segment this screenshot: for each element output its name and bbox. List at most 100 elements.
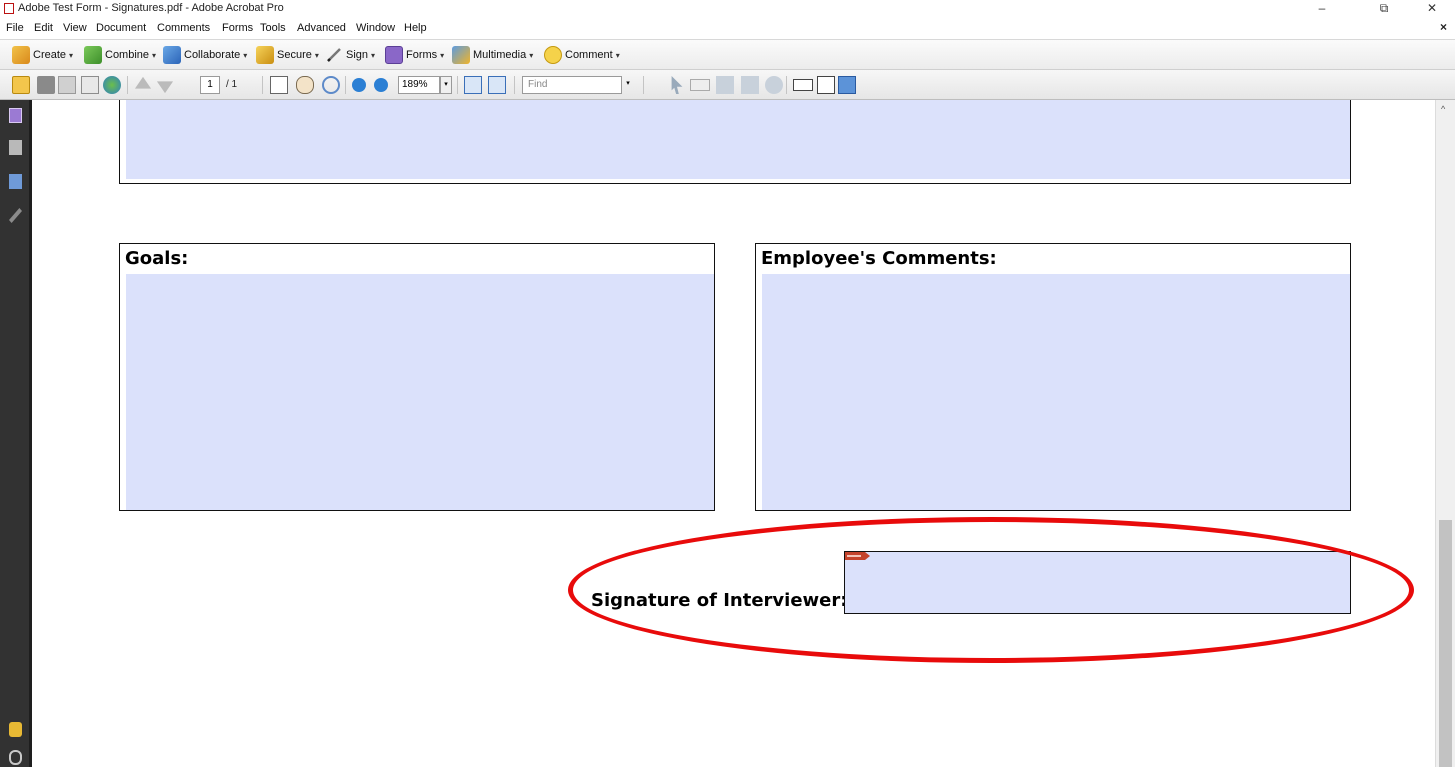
goals-input[interactable]	[126, 274, 714, 510]
button-field-icon[interactable]	[690, 79, 710, 91]
menu-edit[interactable]: Edit	[34, 22, 53, 34]
previous-page-icon[interactable]	[134, 76, 152, 89]
zoom-level-input[interactable]: 189%	[398, 76, 440, 94]
speech-bubble-icon	[544, 46, 562, 64]
menu-comments[interactable]: Comments	[157, 22, 210, 34]
menu-bar: File Edit View Document Comments Forms T…	[0, 18, 1455, 40]
find-input[interactable]: Find	[522, 76, 622, 94]
toolbar-separator	[345, 76, 346, 94]
pages-panel-icon[interactable]	[9, 108, 22, 123]
film-icon	[452, 46, 470, 64]
chevron-down-icon: ▾	[243, 50, 248, 60]
toolbar-separator	[786, 76, 787, 94]
menu-file[interactable]: File	[6, 22, 24, 34]
goals-label: Goals:	[125, 248, 189, 269]
collaborate-label: Collaborate	[184, 49, 241, 61]
attachments-panel-icon[interactable]	[9, 140, 22, 155]
zoom-dropdown-icon[interactable]: ▾	[440, 76, 452, 94]
radio-field-icon[interactable]	[765, 76, 783, 94]
menu-advanced[interactable]: Advanced	[297, 22, 346, 34]
close-button[interactable]: ✕	[1412, 0, 1452, 18]
comment-button[interactable]: Comment ▾	[544, 45, 620, 65]
top-text-field[interactable]	[119, 100, 1351, 184]
employee-comments-field[interactable]: Employee's Comments:	[755, 243, 1351, 511]
collaborate-button[interactable]: Collaborate ▾	[163, 45, 247, 65]
multimedia-button[interactable]: Multimedia ▾	[452, 45, 533, 65]
navigation-panel	[0, 100, 32, 767]
vertical-scrollbar[interactable]: ^	[1435, 100, 1455, 767]
digital-signature-field-icon[interactable]	[838, 76, 856, 94]
paperclip-icon[interactable]	[9, 750, 22, 765]
acrobat-app-icon	[4, 3, 14, 14]
marquee-zoom-icon[interactable]	[322, 76, 340, 94]
chevron-down-icon: ▾	[69, 50, 74, 60]
print-icon[interactable]	[37, 76, 55, 94]
chevron-down-icon: ▾	[529, 50, 534, 60]
zoom-in-icon[interactable]	[374, 78, 388, 92]
chevron-down-icon: ▾	[152, 50, 157, 60]
goals-field[interactable]: Goals:	[119, 243, 715, 511]
menu-forms[interactable]: Forms	[222, 22, 253, 34]
menu-window[interactable]: Window	[356, 22, 395, 34]
combo-box-icon[interactable]	[817, 76, 835, 94]
toolbar-separator	[457, 76, 458, 94]
signature-flag-icon	[845, 552, 870, 560]
employee-comments-input[interactable]	[762, 274, 1350, 510]
combine-button[interactable]: Combine ▾	[84, 45, 156, 65]
checkbox-field-icon[interactable]	[741, 76, 759, 94]
text-field-icon[interactable]	[716, 76, 734, 94]
list-box-icon[interactable]	[793, 79, 813, 91]
page-total: / 1	[226, 79, 238, 90]
signatures-panel-icon[interactable]	[9, 208, 22, 223]
signature-label: Signature of Interviewer:	[591, 590, 848, 611]
scroll-up-icon[interactable]: ^	[1441, 104, 1445, 114]
chevron-down-icon: ▾	[314, 50, 319, 60]
fit-width-icon[interactable]	[464, 76, 482, 94]
signature-field[interactable]	[844, 551, 1351, 614]
top-field-fill	[126, 100, 1350, 179]
select-object-icon[interactable]	[671, 76, 683, 94]
scrollbar-thumb[interactable]	[1439, 520, 1452, 767]
next-page-icon[interactable]	[156, 81, 174, 94]
document-page: Goals: Employee's Comments: Signature of…	[35, 100, 1435, 767]
chevron-down-icon: ▾	[615, 50, 620, 60]
employee-comments-label: Employee's Comments:	[761, 248, 997, 269]
window-title: Adobe Test Form - Signatures.pdf - Adobe…	[18, 2, 284, 14]
create-pdf-icon	[12, 46, 30, 64]
document-close-button[interactable]: ×	[1440, 20, 1447, 34]
save-icon[interactable]	[58, 76, 76, 94]
menu-view[interactable]: View	[63, 22, 87, 34]
toolbar-separator	[514, 76, 515, 94]
bookmarks-panel-icon[interactable]	[9, 174, 22, 189]
zoom-out-icon[interactable]	[352, 78, 366, 92]
multimedia-label: Multimedia	[473, 49, 527, 61]
restore-button[interactable]: ⧉	[1364, 0, 1404, 18]
form-icon	[385, 46, 403, 64]
collaborate-icon	[163, 46, 181, 64]
signature-input[interactable]	[845, 552, 1350, 613]
create-label: Create	[33, 49, 67, 61]
share-globe-icon[interactable]	[103, 76, 121, 94]
fit-page-icon[interactable]	[488, 76, 506, 94]
open-folder-icon[interactable]	[12, 76, 30, 94]
select-text-icon[interactable]	[270, 76, 288, 94]
find-dropdown-icon[interactable]: ▾	[622, 76, 634, 94]
secure-button[interactable]: Secure ▾	[256, 45, 319, 65]
quick-tools-toolbar: 1 / 1 189% ▾ Find ▾	[0, 70, 1455, 100]
page-number-input[interactable]: 1	[200, 76, 220, 94]
acrobat-window: Adobe Test Form - Signatures.pdf - Adobe…	[0, 0, 1455, 767]
email-icon[interactable]	[81, 76, 99, 94]
menu-document[interactable]: Document	[96, 22, 146, 34]
menu-tools[interactable]: Tools	[260, 22, 286, 34]
minimize-button[interactable]: –	[1302, 0, 1342, 18]
forms-label: Forms	[406, 49, 438, 61]
combine-label: Combine	[105, 49, 150, 61]
comment-label: Comment	[565, 49, 613, 61]
create-button[interactable]: Create ▾	[12, 45, 73, 65]
forms-button[interactable]: Forms ▾	[385, 45, 444, 65]
comments-panel-icon[interactable]	[9, 722, 22, 737]
menu-help[interactable]: Help	[404, 22, 427, 34]
sign-button[interactable]: Sign ▾	[325, 45, 375, 65]
hand-tool-icon[interactable]	[296, 76, 314, 94]
title-bar: Adobe Test Form - Signatures.pdf - Adobe…	[0, 0, 1455, 18]
